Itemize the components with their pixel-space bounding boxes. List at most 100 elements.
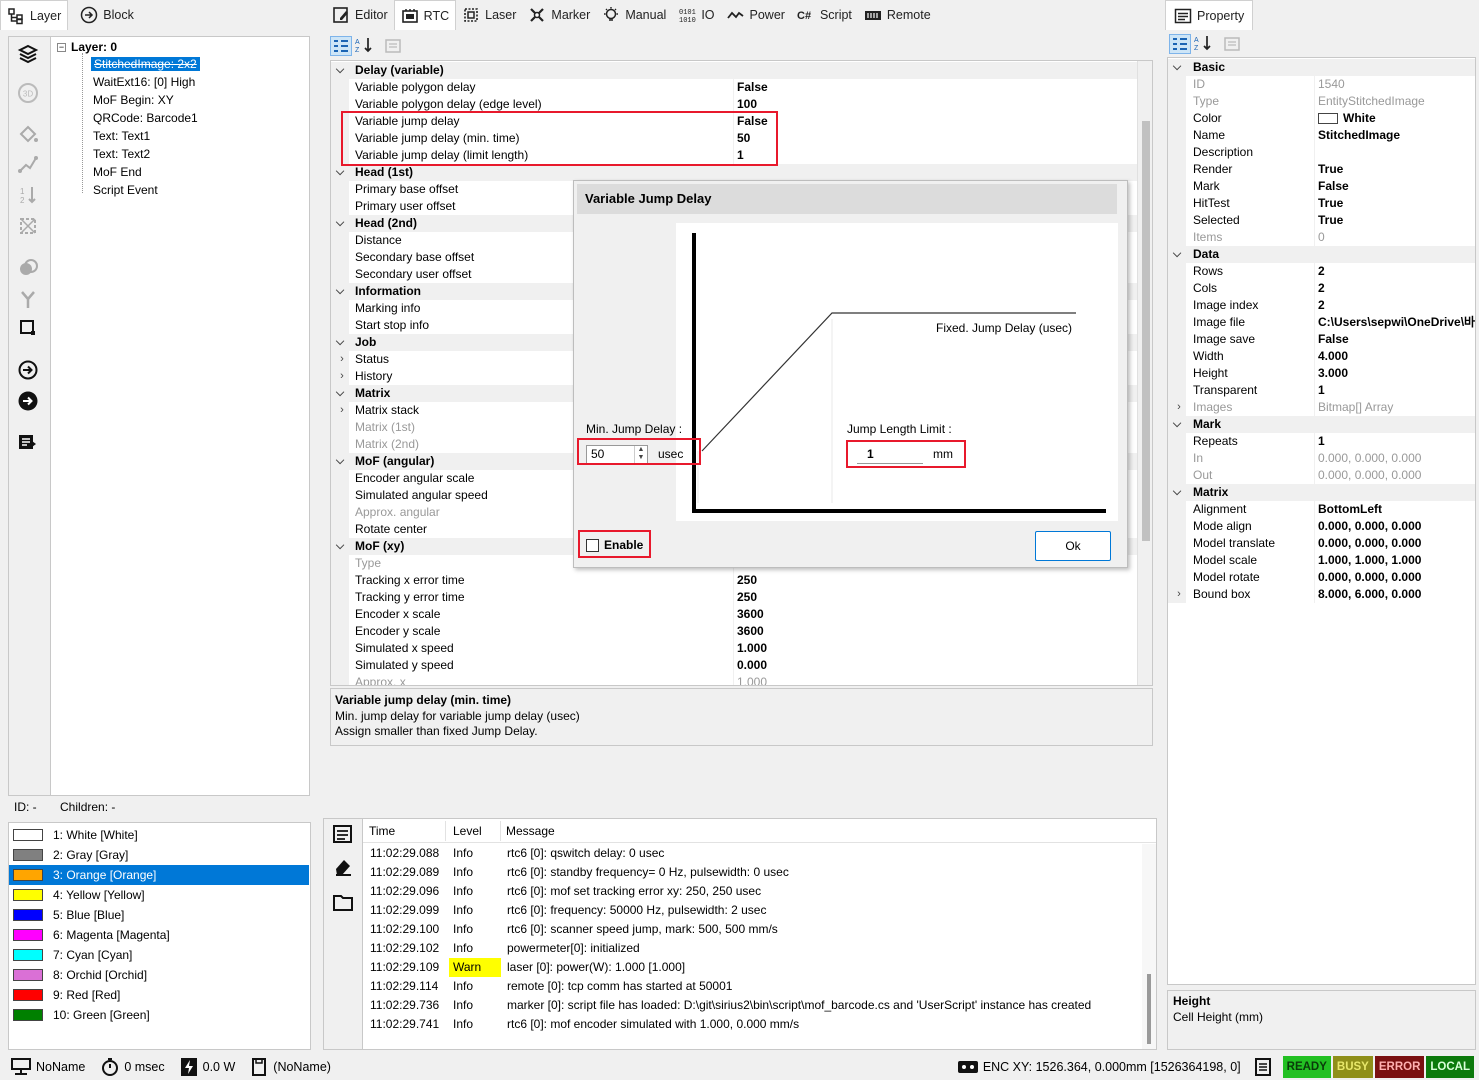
3d-icon[interactable]: 3D <box>15 80 41 106</box>
category-row[interactable]: ⌵ Matrix <box>1168 484 1475 501</box>
chevron-down-icon[interactable]: ⌵ <box>335 538 345 555</box>
log-row[interactable]: 11:02:29.089 Info rtc6 [0]: standby freque… <box>363 863 1143 882</box>
tree-root[interactable]: − Layer: 0 <box>57 38 117 56</box>
tree-item[interactable]: Text: Text2 <box>93 145 150 163</box>
chevron-right-icon[interactable]: › <box>1174 399 1184 416</box>
log-row[interactable]: 11:02:29.096 Info rtc6 [0]: mof set tracki… <box>363 882 1143 901</box>
color-item[interactable]: 9: Red [Red] <box>9 985 309 1005</box>
chevron-right-icon[interactable]: › <box>1174 586 1184 603</box>
property-row[interactable]: Height 3.000 <box>1168 365 1475 382</box>
property-row[interactable]: Model scale 1.000, 1.000, 1.000 <box>1168 552 1475 569</box>
tree-item[interactable]: QRCode: Barcode1 <box>93 109 198 127</box>
chevron-down-icon[interactable]: ⌵ <box>335 453 345 470</box>
property-row[interactable]: Tracking y error time 250 <box>331 589 1137 606</box>
color-item[interactable]: 10: Green [Green] <box>9 1005 309 1025</box>
bounding-icon[interactable] <box>15 315 41 341</box>
scrollbar-track[interactable] <box>1137 61 1152 685</box>
property-row[interactable]: In 0.000, 0.000, 0.000 <box>1168 450 1475 467</box>
color-item[interactable]: 7: Cyan [Cyan] <box>9 945 309 965</box>
chevron-down-icon[interactable]: ⌵ <box>335 164 345 181</box>
chevron-right-icon[interactable]: › <box>337 402 347 419</box>
ok-button[interactable]: Ok <box>1035 531 1111 561</box>
export-icon[interactable] <box>15 388 41 414</box>
color-item[interactable]: 1: White [White] <box>9 825 309 845</box>
color-item[interactable]: 6: Magenta [Magenta] <box>9 925 309 945</box>
property-row[interactable]: Approx. x 1.000 <box>331 674 1137 685</box>
log-row[interactable]: 11:02:29.099 Info rtc6 [0]: frequency: 500… <box>363 901 1143 920</box>
property-row[interactable]: Cols 2 <box>1168 280 1475 297</box>
property-row[interactable]: Simulated y speed 0.000 <box>331 657 1137 674</box>
tree-item[interactable]: MoF End <box>93 163 142 181</box>
log-header-time[interactable]: Time <box>369 819 395 843</box>
chevron-down-icon[interactable]: ⌵ <box>335 62 345 79</box>
tree-item[interactable]: WaitExt16: [0] High <box>93 73 195 91</box>
property-row[interactable]: Encoder y scale 3600 <box>331 623 1137 640</box>
prop-alphabetical-icon[interactable]: AZ <box>1193 34 1215 54</box>
property-row[interactable]: Description <box>1168 144 1475 161</box>
tab-rtc[interactable]: RTC <box>393 0 457 30</box>
property-row[interactable]: Image index 2 <box>1168 297 1475 314</box>
tab-io[interactable]: 0101 1010 IO <box>672 0 720 30</box>
chevron-right-icon[interactable]: › <box>337 368 347 385</box>
collapse-icon[interactable]: − <box>57 43 66 53</box>
tab-marker[interactable]: Marker <box>522 0 596 30</box>
property-row[interactable]: Mark False <box>1168 178 1475 195</box>
tab-block[interactable]: Block <box>74 0 140 30</box>
categorized-icon[interactable] <box>330 36 352 56</box>
import-icon[interactable] <box>15 357 41 383</box>
property-row[interactable]: Encoder x scale 3600 <box>331 606 1137 623</box>
tab-remote[interactable]: Remote <box>858 0 937 30</box>
property-row[interactable]: Type EntityStitchedImage <box>1168 93 1475 110</box>
tree-item[interactable]: MoF Begin: XY <box>93 91 174 109</box>
property-row[interactable]: Alignment BottomLeft <box>1168 501 1475 518</box>
category-row[interactable]: ⌵ Data <box>1168 246 1475 263</box>
property-row[interactable]: Image save False <box>1168 331 1475 348</box>
chevron-down-icon[interactable]: ⌵ <box>335 334 345 351</box>
chevron-right-icon[interactable]: › <box>337 351 347 368</box>
split-icon[interactable] <box>15 286 41 312</box>
prop-categorized-icon[interactable] <box>1169 34 1191 54</box>
path-icon[interactable] <box>15 151 41 177</box>
property-row[interactable]: Rows 2 <box>1168 263 1475 280</box>
list-icon[interactable] <box>1254 1058 1271 1076</box>
property-row[interactable]: Width 4.000 <box>1168 348 1475 365</box>
property-row[interactable]: Name StitchedImage <box>1168 127 1475 144</box>
property-row[interactable]: Model translate 0.000, 0.000, 0.000 <box>1168 535 1475 552</box>
property-row[interactable]: › Bound box 8.000, 6.000, 0.000 <box>1168 586 1475 603</box>
color-item[interactable]: 3: Orange [Orange] <box>9 865 309 885</box>
folder-icon[interactable] <box>332 891 354 916</box>
chevron-down-icon[interactable]: ⌵ <box>335 283 345 300</box>
property-row[interactable]: Items 0 <box>1168 229 1475 246</box>
tab-laser[interactable]: Laser <box>456 0 522 30</box>
fill-bucket-icon[interactable] <box>15 121 41 147</box>
tab-script[interactable]: C# Script <box>791 0 858 30</box>
log-row[interactable]: 11:02:29.109 Warn laser [0]: power(W): 1.0… <box>363 958 1143 977</box>
alphabetical-icon[interactable]: AZ <box>354 36 376 56</box>
prop-pages-icon[interactable] <box>1223 35 1241 53</box>
color-item[interactable]: 5: Blue [Blue] <box>9 905 309 925</box>
sort-icon[interactable]: 12 <box>15 182 41 208</box>
tab-power[interactable]: Power <box>721 0 791 30</box>
color-item[interactable]: 4: Yellow [Yellow] <box>9 885 309 905</box>
tree-item[interactable]: Text: Text1 <box>93 127 150 145</box>
category-row[interactable]: ⌵ Basic <box>1168 59 1475 76</box>
log-row[interactable]: 11:02:29.100 Info rtc6 [0]: scanner speed … <box>363 920 1143 939</box>
category-row[interactable]: ⌵ Head (1st) <box>331 164 1137 181</box>
log-row[interactable]: 11:02:29.088 Info rtc6 [0]: qswitch delay:… <box>363 844 1143 863</box>
property-row[interactable]: Image file C:\Users\sepwi\OneDrive\바탕 <box>1168 314 1475 331</box>
property-row[interactable]: Simulated x speed 1.000 <box>331 640 1137 657</box>
property-row[interactable]: Render True <box>1168 161 1475 178</box>
property-row[interactable]: Model rotate 0.000, 0.000, 0.000 <box>1168 569 1475 586</box>
property-row[interactable]: HitTest True <box>1168 195 1475 212</box>
property-row[interactable]: Color White <box>1168 110 1475 127</box>
tree-item[interactable]: Script Event <box>93 181 158 199</box>
tab-layer[interactable]: Layer <box>0 0 69 30</box>
property-row[interactable]: ID 1540 <box>1168 76 1475 93</box>
log-scrollbar-thumb[interactable] <box>1147 974 1151 1044</box>
log-row[interactable]: 11:02:29.741 Info rtc6 [0]: mof encoder si… <box>363 1015 1143 1034</box>
property-row[interactable]: Out 0.000, 0.000, 0.000 <box>1168 467 1475 484</box>
category-row[interactable]: ⌵ Delay (variable) <box>331 62 1137 79</box>
tab-manual[interactable]: Manual <box>596 0 672 30</box>
chevron-down-icon[interactable]: ⌵ <box>1172 59 1182 76</box>
property-row[interactable]: Tracking x error time 250 <box>331 572 1137 589</box>
